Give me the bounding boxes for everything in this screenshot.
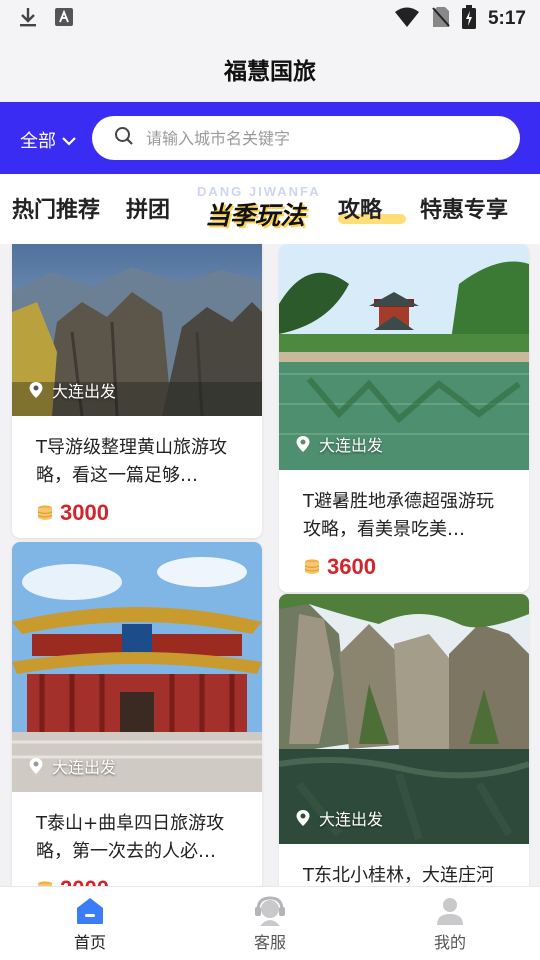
coin-stack-icon <box>304 559 320 574</box>
location-label: 大连出发 <box>52 382 117 401</box>
wifi-icon <box>394 6 420 32</box>
page-title: 福慧国旅 <box>224 59 316 85</box>
search-input[interactable] <box>146 128 486 148</box>
tab-guide[interactable]: 攻略 <box>338 192 406 224</box>
status-bar: 5:17 <box>0 0 540 36</box>
guide-card[interactable]: 大连出发 T导游级整理黄山旅游攻略，看这一篇足够… 3000 <box>12 244 262 538</box>
price-value: 3600 <box>327 554 376 579</box>
departure-location: 大连出发 <box>295 806 383 830</box>
card-price: 3000 <box>12 490 262 538</box>
no-sim-icon <box>432 6 450 32</box>
card-photo: 大连出发 <box>279 244 529 470</box>
location-label: 大连出发 <box>319 436 384 455</box>
card-photo: 大连出发 <box>12 244 262 417</box>
guide-feed: 大连出发 T导游级整理黄山旅游攻略，看这一篇足够… 3000 大连出发 T避暑胜… <box>0 244 540 886</box>
guide-card[interactable]: 大连出发 T避暑胜地承德超强游玩攻略，看美景吃美… 3600 <box>279 244 529 592</box>
search-box[interactable] <box>92 116 520 160</box>
customer-service-icon <box>255 896 285 926</box>
location-pin-icon <box>29 758 43 774</box>
guide-card[interactable]: 大连出发 T泰山+曲阜四日旅游攻略，第一次去的人必… 2000 <box>12 542 262 886</box>
price-value: 3000 <box>60 500 109 525</box>
chevron-down-icon <box>62 130 76 151</box>
card-title: T避暑胜地承德超强游玩攻略，看美景吃美… <box>303 491 494 540</box>
battery-charging-icon <box>461 5 476 33</box>
coin-stack-icon <box>37 505 53 520</box>
card-title: T导游级整理黄山旅游攻略，看这一篇足够… <box>36 437 227 486</box>
price-value: 2000 <box>60 876 109 886</box>
tab-special[interactable]: 特惠专享 <box>420 192 508 224</box>
tab-group[interactable]: 拼团 <box>126 192 170 224</box>
search-bar: 全部 <box>0 102 540 174</box>
location-pin-icon <box>296 436 310 452</box>
departure-location: 大连出发 <box>28 754 116 778</box>
category-tabs: 热门推荐 拼团 DANG JIWANFA 当季玩法 攻略 特惠专享 <box>0 174 540 244</box>
tab-guide-label: 攻略 <box>338 198 383 223</box>
location-label: 大连出发 <box>319 810 384 829</box>
nav-profile-label: 我的 <box>433 933 466 952</box>
nav-home[interactable]: 首页 <box>30 893 150 953</box>
bottom-nav: 首页 客服 我的 <box>0 886 540 960</box>
tab-hot[interactable]: 热门推荐 <box>12 192 100 224</box>
card-title: T泰山+曲阜四日旅游攻略，第一次去的人必… <box>36 813 225 862</box>
departure-location: 大连出发 <box>295 432 383 456</box>
card-photo: 大连出发 <box>12 542 262 792</box>
text-app-icon <box>54 7 74 31</box>
seasonal-tab-label: 当季玩法 <box>205 201 306 230</box>
location-label: 大连出发 <box>52 758 117 777</box>
nav-customer-service-label: 客服 <box>253 933 286 952</box>
nav-home-label: 首页 <box>73 933 106 952</box>
guide-card[interactable]: 大连出发 T东北小桂林，大连庄河冰峪沟旅游攻略… <box>279 594 529 886</box>
card-title: T东北小桂林，大连庄河冰峪沟旅游攻略… <box>303 865 494 886</box>
card-photo: 大连出发 <box>279 594 529 844</box>
status-time: 5:17 <box>487 8 526 29</box>
tab-seasonal[interactable]: DANG JIWANFA 当季玩法 <box>197 182 327 234</box>
location-pin-icon <box>29 382 43 398</box>
location-pin-icon <box>296 810 310 826</box>
card-price: 3600 <box>279 544 529 592</box>
departure-location: 大连出发 <box>28 378 116 402</box>
download-icon <box>18 6 38 32</box>
filter-dropdown[interactable]: 全部 <box>20 127 76 153</box>
profile-icon <box>437 898 463 925</box>
card-price: 2000 <box>12 866 262 886</box>
nav-profile[interactable]: 我的 <box>390 893 510 953</box>
home-icon <box>77 898 103 924</box>
nav-customer-service[interactable]: 客服 <box>210 893 330 953</box>
filter-label: 全部 <box>20 131 56 152</box>
app-header: 福慧国旅 <box>0 36 540 102</box>
search-icon <box>114 126 134 150</box>
